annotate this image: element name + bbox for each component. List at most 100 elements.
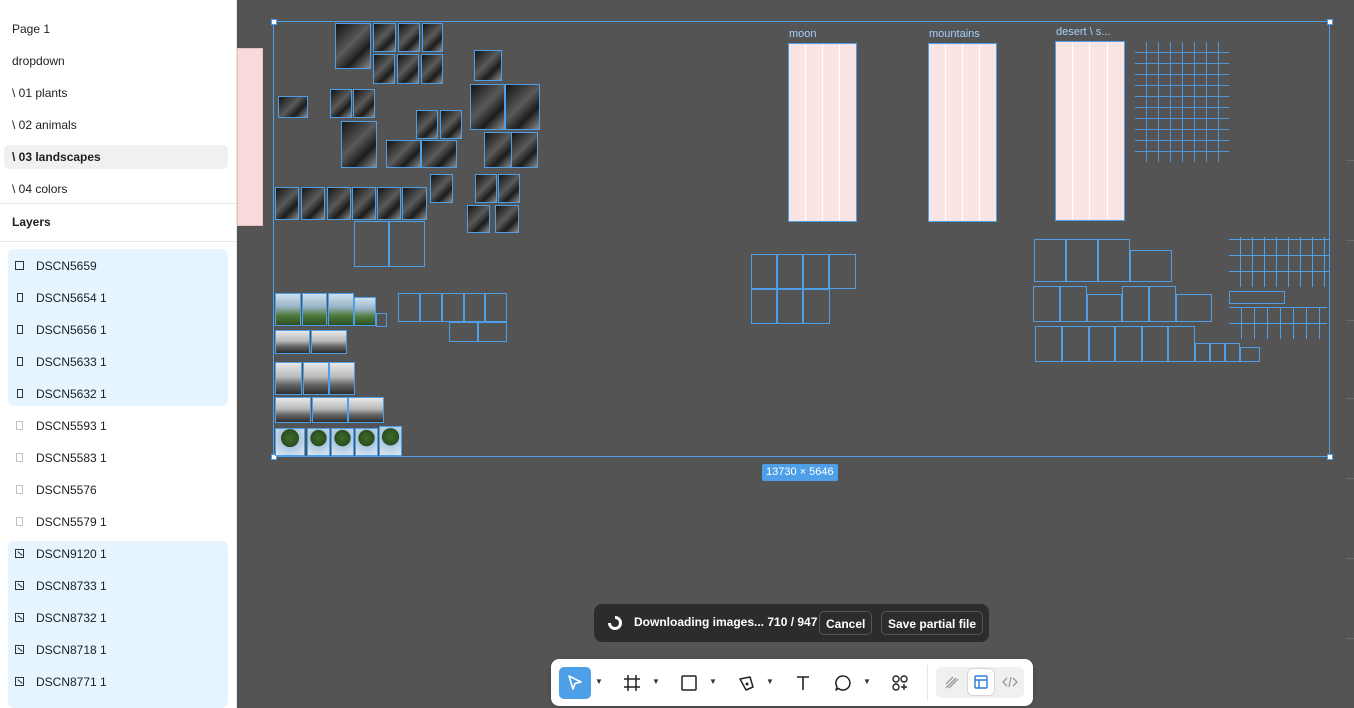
frame-desert[interactable] bbox=[1055, 41, 1125, 221]
empty-image-frame[interactable] bbox=[1210, 343, 1225, 362]
empty-image-frame[interactable] bbox=[1034, 239, 1066, 282]
photo-thumbnail[interactable] bbox=[353, 89, 375, 118]
photo-thumbnail[interactable] bbox=[377, 187, 401, 220]
empty-image-frame[interactable] bbox=[803, 289, 830, 324]
design-canvas[interactable]: moon mountains desert \ s... 13730 × 564… bbox=[237, 0, 1354, 708]
photo-thumbnail[interactable] bbox=[474, 50, 502, 81]
photo-thumbnail[interactable] bbox=[311, 330, 347, 354]
page-item-colors[interactable]: \ 04 colors bbox=[4, 177, 228, 201]
photo-thumbnail[interactable] bbox=[275, 362, 302, 395]
frame-label-desert[interactable]: desert \ s... bbox=[1056, 26, 1110, 38]
empty-image-frame[interactable] bbox=[1066, 239, 1098, 282]
empty-image-frame[interactable] bbox=[777, 289, 803, 324]
photo-thumbnail[interactable] bbox=[302, 293, 327, 326]
photo-thumbnail[interactable] bbox=[303, 362, 329, 395]
chevron-down-icon[interactable]: ▼ bbox=[652, 677, 660, 686]
page-item-dropdown[interactable]: dropdown bbox=[4, 49, 228, 73]
photo-thumbnail[interactable] bbox=[354, 297, 376, 326]
empty-image-frame[interactable] bbox=[1122, 286, 1149, 322]
photo-thumbnail[interactable] bbox=[275, 397, 311, 423]
photo-thumbnail[interactable] bbox=[416, 110, 438, 139]
layer-row[interactable]: DSCN5576 bbox=[8, 474, 228, 506]
chevron-down-icon[interactable]: ▼ bbox=[709, 677, 717, 686]
empty-image-frame[interactable] bbox=[1142, 326, 1168, 362]
empty-image-frame[interactable] bbox=[1062, 326, 1089, 362]
photo-thumbnail[interactable] bbox=[275, 187, 299, 220]
photo-thumbnail[interactable] bbox=[307, 428, 330, 456]
photo-thumbnail[interactable] bbox=[341, 121, 377, 168]
design-mode-button[interactable] bbox=[968, 669, 994, 695]
photo-thumbnail[interactable] bbox=[330, 89, 352, 118]
photo-thumbnail[interactable] bbox=[312, 397, 348, 423]
photo-thumbnail[interactable] bbox=[275, 293, 301, 326]
photo-thumbnail[interactable] bbox=[475, 174, 497, 203]
save-partial-file-button[interactable]: Save partial file bbox=[881, 611, 984, 635]
photo-thumbnail[interactable] bbox=[275, 330, 310, 354]
page-item-animals[interactable]: \ 02 animals bbox=[4, 113, 228, 137]
photo-thumbnail[interactable] bbox=[505, 84, 540, 130]
photo-thumbnail[interactable] bbox=[402, 187, 427, 220]
empty-image-frame[interactable] bbox=[1130, 250, 1172, 282]
offscreen-frame[interactable] bbox=[237, 48, 263, 226]
chevron-down-icon[interactable]: ▼ bbox=[595, 677, 603, 686]
photo-thumbnail[interactable] bbox=[373, 23, 396, 52]
empty-image-frame[interactable] bbox=[829, 254, 856, 289]
photo-thumbnail[interactable] bbox=[335, 23, 371, 69]
layer-row[interactable]: DSCN5579 1 bbox=[8, 506, 228, 538]
empty-image-frame[interactable] bbox=[485, 293, 507, 322]
photo-thumbnail[interactable] bbox=[470, 84, 505, 130]
layer-row[interactable]: DSCN8771 1 bbox=[8, 666, 228, 698]
photo-thumbnail[interactable] bbox=[379, 426, 402, 456]
empty-image-frame[interactable] bbox=[478, 322, 507, 342]
frame-tool-button[interactable] bbox=[616, 667, 648, 699]
empty-image-frame[interactable] bbox=[354, 221, 389, 267]
layer-row[interactable]: DSCN5654 1 bbox=[8, 282, 228, 314]
frame-moon[interactable] bbox=[788, 43, 857, 222]
cancel-button[interactable]: Cancel bbox=[819, 611, 873, 635]
empty-image-frame[interactable] bbox=[1225, 343, 1240, 362]
layer-row[interactable]: DSCN5633 1 bbox=[8, 346, 228, 378]
empty-image-frame[interactable] bbox=[1149, 286, 1176, 322]
empty-image-frame[interactable] bbox=[1035, 326, 1062, 362]
empty-image-frame[interactable] bbox=[1089, 326, 1115, 362]
photo-thumbnail[interactable] bbox=[327, 187, 351, 220]
photo-thumbnail[interactable] bbox=[386, 140, 421, 168]
photo-thumbnail[interactable] bbox=[484, 132, 512, 168]
photo-thumbnail[interactable] bbox=[467, 205, 490, 233]
empty-image-frame[interactable] bbox=[751, 289, 777, 324]
layer-row[interactable]: DSCN9120 1 bbox=[8, 538, 228, 570]
chevron-down-icon[interactable]: ▼ bbox=[766, 677, 774, 686]
photo-thumbnail[interactable] bbox=[421, 140, 457, 168]
layer-row[interactable]: DSCN5632 1 bbox=[8, 378, 228, 410]
empty-image-frame[interactable] bbox=[1060, 286, 1087, 322]
empty-image-frame[interactable] bbox=[449, 322, 478, 342]
empty-image-frame[interactable] bbox=[1033, 286, 1060, 322]
empty-image-frame[interactable] bbox=[1168, 326, 1195, 362]
photo-thumbnail[interactable] bbox=[430, 174, 453, 203]
layer-row[interactable]: DSCN5656 1 bbox=[8, 314, 228, 346]
photo-thumbnail[interactable] bbox=[498, 174, 520, 203]
empty-image-frame[interactable] bbox=[751, 254, 777, 289]
page-item-landscapes[interactable]: \ 03 landscapes bbox=[4, 145, 228, 169]
layer-row[interactable]: DSCN8718 1 bbox=[8, 634, 228, 666]
photo-thumbnail[interactable] bbox=[328, 293, 354, 326]
empty-image-frame[interactable] bbox=[1098, 239, 1130, 282]
empty-image-frame[interactable] bbox=[1176, 294, 1212, 322]
empty-image-frame[interactable] bbox=[1195, 343, 1210, 362]
empty-image-frame[interactable] bbox=[376, 313, 387, 327]
chevron-down-icon[interactable]: ▼ bbox=[863, 677, 871, 686]
photo-thumbnail[interactable] bbox=[440, 110, 462, 139]
resize-handle[interactable] bbox=[1327, 19, 1333, 25]
empty-image-frame[interactable] bbox=[442, 293, 464, 322]
empty-image-frame[interactable] bbox=[389, 221, 425, 267]
empty-image-frame[interactable] bbox=[464, 293, 485, 322]
layer-row[interactable]: DSCN5583 1 bbox=[8, 442, 228, 474]
photo-thumbnail[interactable] bbox=[421, 54, 443, 84]
photo-thumbnail[interactable] bbox=[352, 187, 376, 220]
photo-thumbnail[interactable] bbox=[331, 428, 354, 456]
draw-mode-button[interactable] bbox=[939, 669, 965, 695]
frame-label-mountains[interactable]: mountains bbox=[929, 28, 980, 40]
photo-thumbnail[interactable] bbox=[398, 23, 420, 52]
empty-image-frame[interactable] bbox=[398, 293, 420, 322]
empty-image-frame[interactable] bbox=[1087, 294, 1122, 322]
